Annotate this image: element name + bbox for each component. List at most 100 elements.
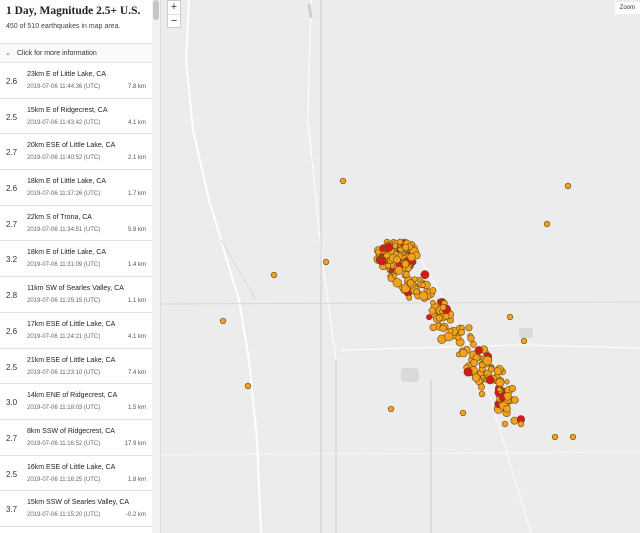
earthquake-marker[interactable] — [339, 177, 347, 185]
earthquake-marker[interactable] — [470, 359, 478, 367]
earthquake-marker[interactable] — [388, 267, 395, 274]
earthquake-marker[interactable] — [430, 299, 436, 306]
earthquake-marker[interactable] — [406, 279, 415, 287]
earthquake-marker[interactable] — [458, 328, 465, 336]
earthquake-list-item[interactable]: 2.7 22km S of Trona, CA 2019-07-06 11:34:5… — [0, 205, 160, 242]
earthquake-marker[interactable] — [551, 433, 559, 441]
earthquake-marker[interactable] — [459, 348, 468, 358]
earthquake-marker[interactable] — [517, 420, 525, 428]
earthquake-marker[interactable] — [429, 323, 437, 332]
earthquake-marker[interactable] — [469, 340, 477, 348]
earthquake-marker[interactable] — [508, 384, 517, 393]
earthquake-marker[interactable] — [569, 433, 577, 441]
earthquake-marker[interactable] — [401, 259, 410, 268]
earthquake-list-item[interactable]: 3.0 14km ENE of Ridgecrest, CA 2019-07-06 … — [0, 384, 160, 420]
earthquake-marker[interactable] — [435, 314, 443, 322]
earthquake-marker[interactable] — [499, 395, 506, 402]
earthquake-marker[interactable] — [392, 278, 403, 288]
earthquake-marker[interactable] — [495, 377, 505, 387]
earthquake-marker[interactable] — [377, 256, 387, 266]
earthquake-marker[interactable] — [428, 307, 436, 315]
earthquake-marker[interactable] — [511, 396, 519, 404]
earthquake-marker[interactable] — [510, 416, 519, 425]
earthquake-marker[interactable] — [429, 287, 437, 294]
earthquake-marker[interactable] — [447, 327, 454, 334]
earthquake-marker[interactable] — [455, 334, 462, 341]
earthquake-marker[interactable] — [322, 258, 330, 266]
earthquake-marker[interactable] — [543, 220, 551, 228]
earthquake-list-item[interactable]: 2.6 23km E of Little Lake, CA 2019-07-06 1… — [0, 63, 160, 99]
earthquake-list-item[interactable]: 3.2 18km E of Little Lake, CA 2019-07-06 1… — [0, 241, 160, 278]
earthquake-marker[interactable] — [392, 255, 401, 264]
earthquake-marker[interactable] — [387, 405, 395, 413]
app: 1 Day, Magnitude 2.5+ U.S. 450 of 510 ea… — [0, 0, 640, 533]
earthquake-marker[interactable] — [244, 382, 252, 390]
earthquake-place: 20km ESE of Little Lake, CA — [27, 142, 116, 150]
earthquake-marker[interactable] — [420, 282, 426, 288]
earthquake-marker[interactable] — [439, 303, 447, 311]
earthquake-marker[interactable] — [418, 291, 429, 301]
earthquake-marker[interactable] — [506, 313, 514, 321]
earthquake-marker[interactable] — [493, 367, 502, 376]
zoom-in-button[interactable]: + — [168, 1, 180, 14]
earthquake-marker[interactable] — [501, 420, 509, 428]
earthquake-marker[interactable] — [413, 288, 420, 295]
map-view[interactable] — [161, 0, 640, 533]
earthquake-marker[interactable] — [420, 270, 430, 280]
scrollbar-thumb[interactable] — [153, 0, 159, 20]
earthquake-marker[interactable] — [478, 390, 486, 398]
earthquake-marker[interactable] — [485, 375, 495, 385]
map-canvas[interactable] — [161, 0, 640, 533]
earthquake-marker[interactable] — [465, 324, 473, 332]
earthquake-list-item[interactable]: 2.5 21km ESE of Little Lake, CA 2019-07-06… — [0, 348, 160, 385]
earthquake-marker[interactable] — [482, 355, 493, 366]
earthquake-marker[interactable] — [392, 243, 399, 249]
earthquake-marker[interactable] — [426, 314, 433, 321]
earthquake-place: 14km ENE of Ridgecrest, CA — [27, 392, 118, 400]
earthquake-time: 2019-07-06 11:34:51 (UTC) — [27, 226, 101, 233]
earthquake-marker[interactable] — [406, 294, 412, 301]
scrollbar[interactable] — [152, 0, 160, 533]
earthquake-list-item[interactable]: 2.5 16km ESE of Little Lake, CA 2019-07-06… — [0, 455, 160, 492]
zoom-out-button[interactable]: − — [168, 14, 180, 27]
earthquake-list-item[interactable]: 2.8 11km SW of Searles Valley, CA 2019-07-… — [0, 277, 160, 313]
earthquake-marker[interactable] — [402, 270, 410, 278]
earthquake-list-item[interactable]: 2.6 18km E of Little Lake, CA 2019-07-06 1… — [0, 170, 160, 206]
earthquake-marker[interactable] — [504, 379, 510, 385]
earthquake-marker[interactable] — [375, 249, 382, 256]
earthquake-marker[interactable] — [394, 266, 404, 275]
earthquake-marker[interactable] — [496, 386, 503, 393]
earthquake-marker[interactable] — [463, 367, 473, 377]
earthquake-marker[interactable] — [270, 271, 278, 279]
earthquake-marker[interactable] — [564, 182, 572, 190]
earthquake-magnitude: 2.5 — [6, 112, 18, 122]
earthquake-time: 2019-07-06 11:18:03 (UTC) — [27, 405, 101, 412]
earthquake-magnitude: 2.6 — [6, 77, 18, 86]
info-toggle-button[interactable]: ⌄ Click for more information — [0, 43, 160, 63]
earthquake-marker[interactable] — [474, 346, 483, 355]
earthquake-marker[interactable] — [503, 404, 511, 413]
earthquake-marker[interactable] — [488, 365, 495, 373]
earthquake-marker[interactable] — [467, 334, 475, 342]
earthquake-list-item[interactable]: 2.5 15km E of Ridgecrest, CA 2019-07-06 11… — [0, 98, 160, 135]
earthquake-place: 18km E of Little Lake, CA — [27, 178, 106, 186]
earthquake-magnitude: 2.7 — [6, 219, 18, 229]
earthquake-marker[interactable] — [219, 317, 227, 325]
earthquake-list-item[interactable]: 2.7 20km ESE of Little Lake, CA 2019-07-06… — [0, 134, 160, 171]
earthquake-marker[interactable] — [402, 243, 410, 251]
earthquake-marker[interactable] — [407, 253, 416, 262]
zoom-label[interactable]: Zoom — [614, 2, 640, 14]
earthquake-marker[interactable] — [416, 277, 422, 283]
earthquake-marker[interactable] — [396, 238, 404, 246]
earthquake-marker[interactable] — [439, 324, 447, 332]
page-title: 1 Day, Magnitude 2.5+ U.S. — [6, 5, 141, 17]
earthquake-marker[interactable] — [392, 273, 398, 279]
earthquake-marker[interactable] — [520, 337, 528, 345]
earthquake-list-item[interactable]: 2.6 17km ESE of Little Lake, CA 2019-07-06… — [0, 312, 160, 349]
earthquake-marker[interactable] — [477, 383, 485, 391]
earthquake-list-item[interactable]: 2.7 8km SSW of Ridgecrest, CA 2019-07-06 1… — [0, 419, 160, 456]
earthquake-list-item[interactable]: 3.7 15km SSW of Searles Valley, CA 2019-07… — [0, 491, 160, 527]
earthquake-marker[interactable] — [442, 312, 450, 320]
earthquake-marker[interactable] — [459, 409, 467, 417]
earthquake-marker[interactable] — [384, 242, 394, 252]
